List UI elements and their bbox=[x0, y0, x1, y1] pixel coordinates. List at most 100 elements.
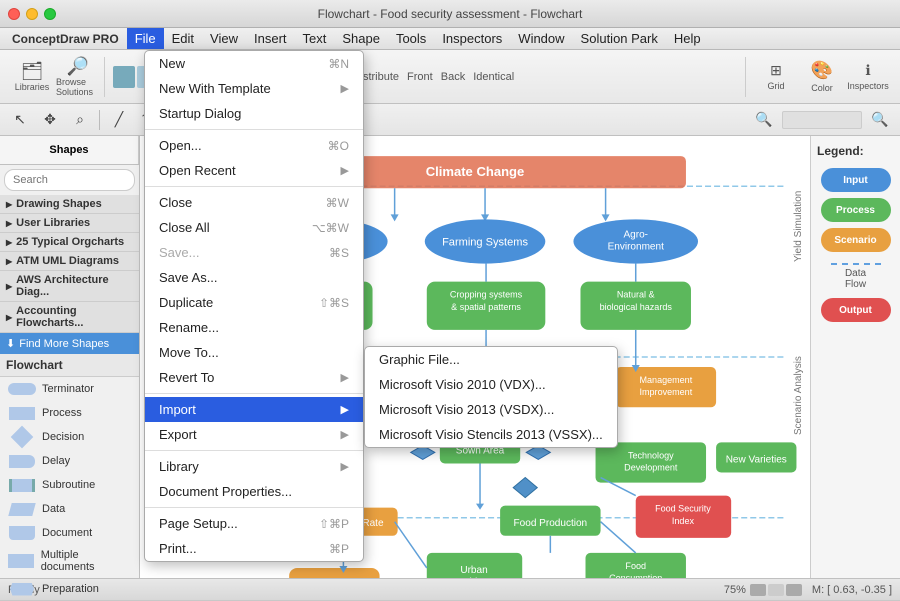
menu-save-as[interactable]: Save As... bbox=[145, 265, 363, 290]
menu-open-recent[interactable]: Open Recent ▶ bbox=[145, 158, 363, 183]
svg-text:Food Security: Food Security bbox=[655, 504, 711, 514]
svg-text:Climate Change: Climate Change bbox=[426, 164, 525, 179]
menu-shape[interactable]: Shape bbox=[334, 28, 388, 49]
shape-subroutine[interactable]: Subroutine bbox=[0, 473, 139, 497]
menu-print[interactable]: Print... ⌘P bbox=[145, 536, 363, 561]
find-more-shapes[interactable]: ⬇ Find More Shapes bbox=[0, 333, 139, 354]
menu-tools[interactable]: Tools bbox=[388, 28, 434, 49]
tool-select[interactable] bbox=[113, 66, 135, 88]
menu-revert-to[interactable]: Revert To ▶ bbox=[145, 365, 363, 390]
svg-text:Cropping systems: Cropping systems bbox=[450, 290, 523, 300]
process-icon bbox=[8, 405, 36, 421]
draw-line-tool[interactable]: ╱ bbox=[105, 107, 133, 133]
menu-save[interactable]: Save... ⌘S bbox=[145, 240, 363, 265]
menu-import[interactable]: Import ▶ bbox=[145, 397, 363, 422]
import-visio-2010[interactable]: Microsoft Visio 2010 (VDX)... bbox=[365, 372, 617, 397]
libraries-icon: 🗂 bbox=[21, 62, 44, 80]
shape-multidoc[interactable]: Multiple documents bbox=[0, 545, 139, 577]
legend-output-box: Output bbox=[821, 298, 891, 322]
panel-tab-shapes[interactable]: Shapes bbox=[0, 136, 139, 164]
menu-solution-park[interactable]: Solution Park bbox=[573, 28, 666, 49]
category-user-libraries[interactable]: User Libraries bbox=[0, 214, 139, 233]
menu-rename[interactable]: Rename... bbox=[145, 315, 363, 340]
zoom-slider[interactable] bbox=[782, 111, 862, 129]
grid-button[interactable]: ⊞ Grid bbox=[754, 58, 798, 96]
menu-edit[interactable]: Edit bbox=[164, 28, 202, 49]
legend-process-box: Process bbox=[821, 198, 891, 222]
toolbar-group-nav: 🗂 Libraries 🔎 Browse Solutions bbox=[6, 57, 105, 97]
menu-export[interactable]: Export ▶ bbox=[145, 422, 363, 447]
svg-text:Improvement: Improvement bbox=[640, 387, 693, 397]
data-icon bbox=[8, 501, 36, 517]
menu-move-to[interactable]: Move To... bbox=[145, 340, 363, 365]
menu-document-props[interactable]: Document Properties... bbox=[145, 479, 363, 504]
cursor-tool[interactable]: ↖ bbox=[6, 107, 34, 133]
shape-preparation[interactable]: Preparation bbox=[0, 577, 139, 601]
menu-open[interactable]: Open... ⌘O bbox=[145, 133, 363, 158]
svg-text:Natural &: Natural & bbox=[617, 290, 655, 300]
menu-duplicate[interactable]: Duplicate ⇧⌘S bbox=[145, 290, 363, 315]
toolbar-group-right: ⊞ Grid 🎨 Color ℹ Inspectors bbox=[750, 57, 894, 97]
menu-text[interactable]: Text bbox=[295, 28, 335, 49]
browse-solutions-button[interactable]: 🔎 Browse Solutions bbox=[56, 58, 100, 96]
delay-icon bbox=[8, 453, 36, 469]
category-aws[interactable]: AWS Architecture Diag... bbox=[0, 271, 139, 302]
close-button[interactable] bbox=[8, 8, 20, 20]
import-submenu: Graphic File... Microsoft Visio 2010 (VD… bbox=[364, 346, 618, 448]
import-visio-2013-vsdx[interactable]: Microsoft Visio 2013 (VSDX)... bbox=[365, 397, 617, 422]
import-graphic-file[interactable]: Graphic File... bbox=[365, 347, 617, 372]
category-orgcharts[interactable]: 25 Typical Orgcharts bbox=[0, 233, 139, 252]
svg-text:biological hazards: biological hazards bbox=[600, 302, 673, 312]
zoom-tool[interactable]: ⌕ bbox=[66, 107, 94, 133]
next-page-btn[interactable] bbox=[786, 584, 802, 596]
traffic-lights bbox=[8, 8, 56, 20]
maximize-button[interactable] bbox=[44, 8, 56, 20]
inspectors-button[interactable]: ℹ Inspectors bbox=[846, 58, 890, 96]
toolbar: 🗂 Libraries 🔎 Browse Solutions link Rota… bbox=[0, 50, 900, 104]
menu-file[interactable]: File bbox=[127, 28, 164, 49]
import-visio-stencils[interactable]: Microsoft Visio Stencils 2013 (VSSX)... bbox=[365, 422, 617, 447]
shape-delay[interactable]: Delay bbox=[0, 449, 139, 473]
svg-text:Technology: Technology bbox=[628, 450, 674, 460]
find-more-icon: ⬇ bbox=[6, 337, 15, 350]
menu-window[interactable]: Window bbox=[510, 28, 572, 49]
zoom-out-tool[interactable]: 🔍 bbox=[750, 107, 778, 133]
shape-terminator[interactable]: Terminator bbox=[0, 377, 139, 401]
color-button[interactable]: 🎨 Color bbox=[800, 58, 844, 96]
shape-document[interactable]: Document bbox=[0, 521, 139, 545]
prev-page-btn[interactable] bbox=[750, 584, 766, 596]
menu-insert[interactable]: Insert bbox=[246, 28, 295, 49]
sep5 bbox=[145, 507, 363, 508]
minimize-button[interactable] bbox=[26, 8, 38, 20]
app-logo: ConceptDraw PRO bbox=[4, 32, 127, 46]
flowchart-section-label: Flowchart bbox=[0, 354, 139, 377]
category-accounting[interactable]: Accounting Flowcharts... bbox=[0, 302, 139, 333]
menu-close[interactable]: Close ⌘W bbox=[145, 190, 363, 215]
menu-close-all[interactable]: Close All ⌥⌘W bbox=[145, 215, 363, 240]
menu-help[interactable]: Help bbox=[666, 28, 709, 49]
menu-new[interactable]: New ⌘N bbox=[145, 51, 363, 76]
menu-page-setup[interactable]: Page Setup... ⇧⌘P bbox=[145, 511, 363, 536]
menu-view[interactable]: View bbox=[202, 28, 246, 49]
window-title: Flowchart - Food security assessment - F… bbox=[318, 7, 583, 21]
search-input[interactable] bbox=[4, 169, 135, 191]
menu-inspectors[interactable]: Inspectors bbox=[434, 28, 510, 49]
menu-new-with-template[interactable]: New With Template ▶ bbox=[145, 76, 363, 101]
sep1 bbox=[145, 129, 363, 130]
titlebar: Flowchart - Food security assessment - F… bbox=[0, 0, 900, 28]
category-uml[interactable]: ATM UML Diagrams bbox=[0, 252, 139, 271]
menu-startup-dialog[interactable]: Startup Dialog bbox=[145, 101, 363, 126]
svg-text:Farming Systems: Farming Systems bbox=[442, 236, 528, 248]
shape-process[interactable]: Process bbox=[0, 401, 139, 425]
move-tool[interactable]: ✥ bbox=[36, 107, 64, 133]
zoom-controls: 75% bbox=[724, 584, 802, 596]
menu-library[interactable]: Library ▶ bbox=[145, 454, 363, 479]
zoom-in-tool[interactable]: 🔍 bbox=[866, 107, 894, 133]
menubar: ConceptDraw PRO File Edit View Insert Te… bbox=[0, 28, 900, 50]
shape-data[interactable]: Data bbox=[0, 497, 139, 521]
page-indicator bbox=[768, 584, 784, 596]
left-panel: Shapes Drawing Shapes User Libraries 25 … bbox=[0, 136, 140, 578]
libraries-button[interactable]: 🗂 Libraries bbox=[10, 58, 54, 96]
shape-decision[interactable]: Decision bbox=[0, 425, 139, 449]
category-drawing-shapes[interactable]: Drawing Shapes bbox=[0, 195, 139, 214]
